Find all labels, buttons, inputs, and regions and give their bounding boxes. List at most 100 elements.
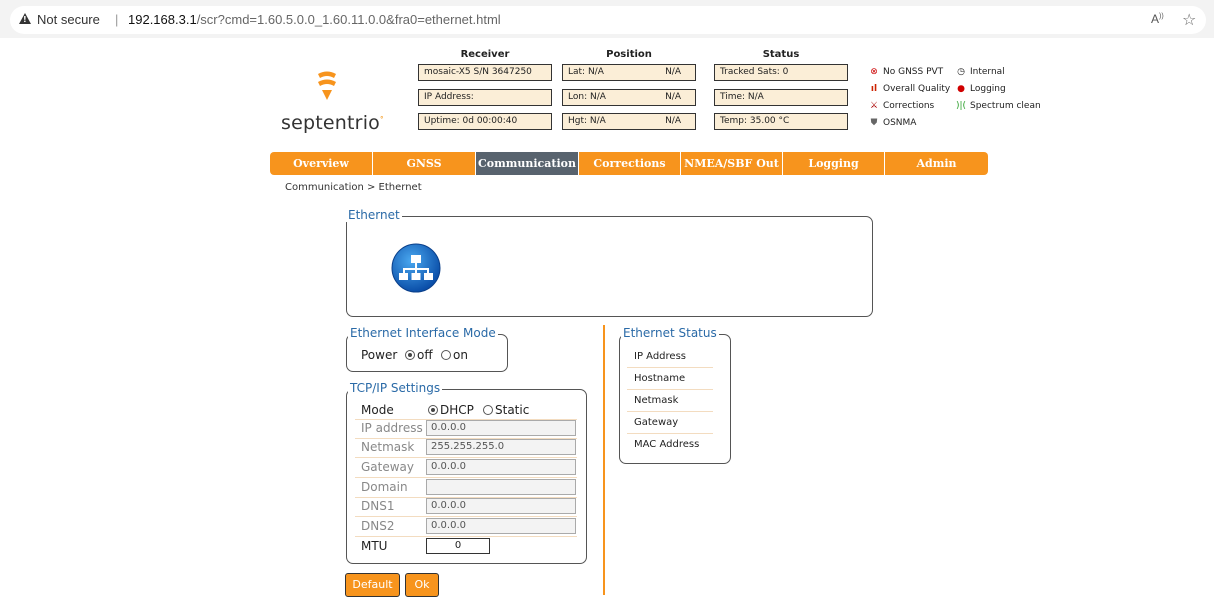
mode-static-option[interactable]: Static xyxy=(483,403,529,417)
lat-value: N/A xyxy=(665,67,681,77)
netmask-label: Netmask xyxy=(361,440,415,454)
receiver-ip: IP Address: xyxy=(418,89,552,106)
dns1-input[interactable]: 0.0.0.0 xyxy=(426,498,576,514)
row-divider xyxy=(355,536,577,537)
tab-communication[interactable]: Communication xyxy=(476,152,579,175)
power-off-radio[interactable] xyxy=(405,350,415,360)
dns2-input[interactable]: 0.0.0.0 xyxy=(426,518,576,534)
legend-osnma: ⛊ OSNMA xyxy=(868,118,917,128)
favorite-star-icon[interactable]: ☆ xyxy=(1182,10,1196,29)
breadcrumb: Communication > Ethernet xyxy=(285,182,422,193)
legend-internal-label: Internal xyxy=(970,67,1005,77)
position-hgt: Hgt: N/A N/A xyxy=(562,113,696,130)
status-ip-address: IP Address xyxy=(634,351,686,362)
shield-icon: ⛊ xyxy=(870,118,878,128)
warning-icon[interactable] xyxy=(19,13,31,24)
ethernet-legend: Ethernet xyxy=(346,208,402,222)
receiver-model: mosaic-X5 S/N 3647250 xyxy=(418,64,552,81)
logo-dot: ° xyxy=(380,115,384,124)
mode-dhcp-label: DHCP xyxy=(440,403,474,417)
legend-quality-label: Overall Quality xyxy=(883,84,951,94)
legend-osnma-label: OSNMA xyxy=(883,118,917,128)
status-divider xyxy=(627,367,713,368)
read-aloud-waves: )) xyxy=(1159,13,1164,20)
lon-label: Lon: N/A xyxy=(568,92,606,102)
security-status[interactable]: Not secure xyxy=(37,12,100,27)
power-on-label: on xyxy=(453,348,468,362)
clock-icon: ◷ xyxy=(957,67,965,77)
power-off-option[interactable]: off xyxy=(405,348,433,362)
address-separator: | xyxy=(115,12,119,27)
domain-input[interactable] xyxy=(426,479,576,495)
power-label: Power xyxy=(361,348,398,362)
tab-admin[interactable]: Admin xyxy=(885,152,988,175)
tab-overview[interactable]: Overview xyxy=(270,152,373,175)
receiver-uptime: Uptime: 0d 00:00:40 xyxy=(418,113,552,130)
position-lon: Lon: N/A N/A xyxy=(562,89,696,106)
hgt-label: Hgt: N/A xyxy=(568,116,606,126)
ip-address-input[interactable]: 0.0.0.0 xyxy=(426,420,576,436)
mode-dhcp-option[interactable]: DHCP xyxy=(428,403,474,417)
read-aloud-letter: A xyxy=(1151,12,1160,26)
status-netmask: Netmask xyxy=(634,395,679,406)
receiver-header: Receiver xyxy=(460,49,510,60)
url-text[interactable]: 192.168.3.1/scr?cmd=1.60.5.0.0_1.60.11.0… xyxy=(128,12,501,27)
netmask-input[interactable]: 255.255.255.0 xyxy=(426,439,576,455)
network-icon xyxy=(391,243,441,293)
mode-dhcp-radio[interactable] xyxy=(428,405,438,415)
x-circle-icon: ⊗ xyxy=(870,67,878,77)
default-button[interactable]: Default xyxy=(345,573,400,597)
lat-label: Lat: N/A xyxy=(568,67,604,77)
status-header: Status xyxy=(762,49,800,60)
status-hostname: Hostname xyxy=(634,373,686,384)
row-divider xyxy=(355,477,577,478)
read-aloud-icon[interactable]: A)) xyxy=(1151,12,1164,26)
ip-address-label: IP address xyxy=(361,421,423,435)
main-nav: Overview GNSS Communication Corrections … xyxy=(270,152,988,175)
antenna-icon: ⚔ xyxy=(869,101,879,111)
dns1-label: DNS1 xyxy=(361,499,395,513)
dns2-label: DNS2 xyxy=(361,519,395,533)
legend-spectrum: )|(Spectrum clean xyxy=(955,101,1041,111)
legend-logging: ● Logging xyxy=(955,84,1006,94)
legend-corrections-label: Corrections xyxy=(883,101,935,111)
status-divider xyxy=(627,389,713,390)
legend-internal: ◷ Internal xyxy=(955,67,1005,77)
legend-logging-label: Logging xyxy=(970,84,1006,94)
status-mac-address: MAC Address xyxy=(634,439,700,450)
row-divider xyxy=(355,457,577,458)
status-divider xyxy=(627,433,713,434)
tab-gnss[interactable]: GNSS xyxy=(373,152,476,175)
red-dot-icon: ● xyxy=(957,84,965,94)
mode-label: Mode xyxy=(361,403,394,417)
position-lat: Lat: N/A N/A xyxy=(562,64,696,81)
power-on-radio[interactable] xyxy=(441,350,451,360)
status-divider xyxy=(627,411,713,412)
tab-nmea-sbf-out[interactable]: NMEA/SBF Out xyxy=(681,152,783,175)
ok-button[interactable]: Ok xyxy=(405,573,439,597)
lon-value: N/A xyxy=(665,92,681,102)
mtu-input[interactable]: 0 xyxy=(426,538,490,554)
ethernet-status-legend: Ethernet Status xyxy=(621,326,719,340)
spectrum-icon: )|( xyxy=(955,101,967,111)
tab-corrections[interactable]: Corrections xyxy=(579,152,681,175)
legend-no-pvt: ⊗ No GNSS PVT xyxy=(868,67,943,77)
tab-logging[interactable]: Logging xyxy=(783,152,885,175)
interface-mode-legend: Ethernet Interface Mode xyxy=(348,326,498,340)
browser-toolbar: Not secure | 192.168.3.1/scr?cmd=1.60.5.… xyxy=(0,0,1214,38)
status-tracked-sats: Tracked Sats: 0 xyxy=(714,64,848,81)
legend-corrections: ⚔ Corrections xyxy=(868,101,934,111)
gateway-input[interactable]: 0.0.0.0 xyxy=(426,459,576,475)
url-path: /scr?cmd=1.60.5.0.0_1.60.11.0.0&fra0=eth… xyxy=(196,12,501,27)
status-temp: Temp: 35.00 °C xyxy=(714,113,848,130)
mode-static-radio[interactable] xyxy=(483,405,493,415)
gateway-label: Gateway xyxy=(361,460,415,474)
legend-no-pvt-label: No GNSS PVT xyxy=(883,67,944,77)
signal-bars-icon: ıl xyxy=(870,84,878,94)
power-on-option[interactable]: on xyxy=(441,348,468,362)
column-divider xyxy=(603,325,605,595)
row-divider xyxy=(355,516,577,517)
hgt-value: N/A xyxy=(665,116,681,126)
position-header: Position xyxy=(606,49,652,60)
status-time: Time: N/A xyxy=(714,89,848,106)
